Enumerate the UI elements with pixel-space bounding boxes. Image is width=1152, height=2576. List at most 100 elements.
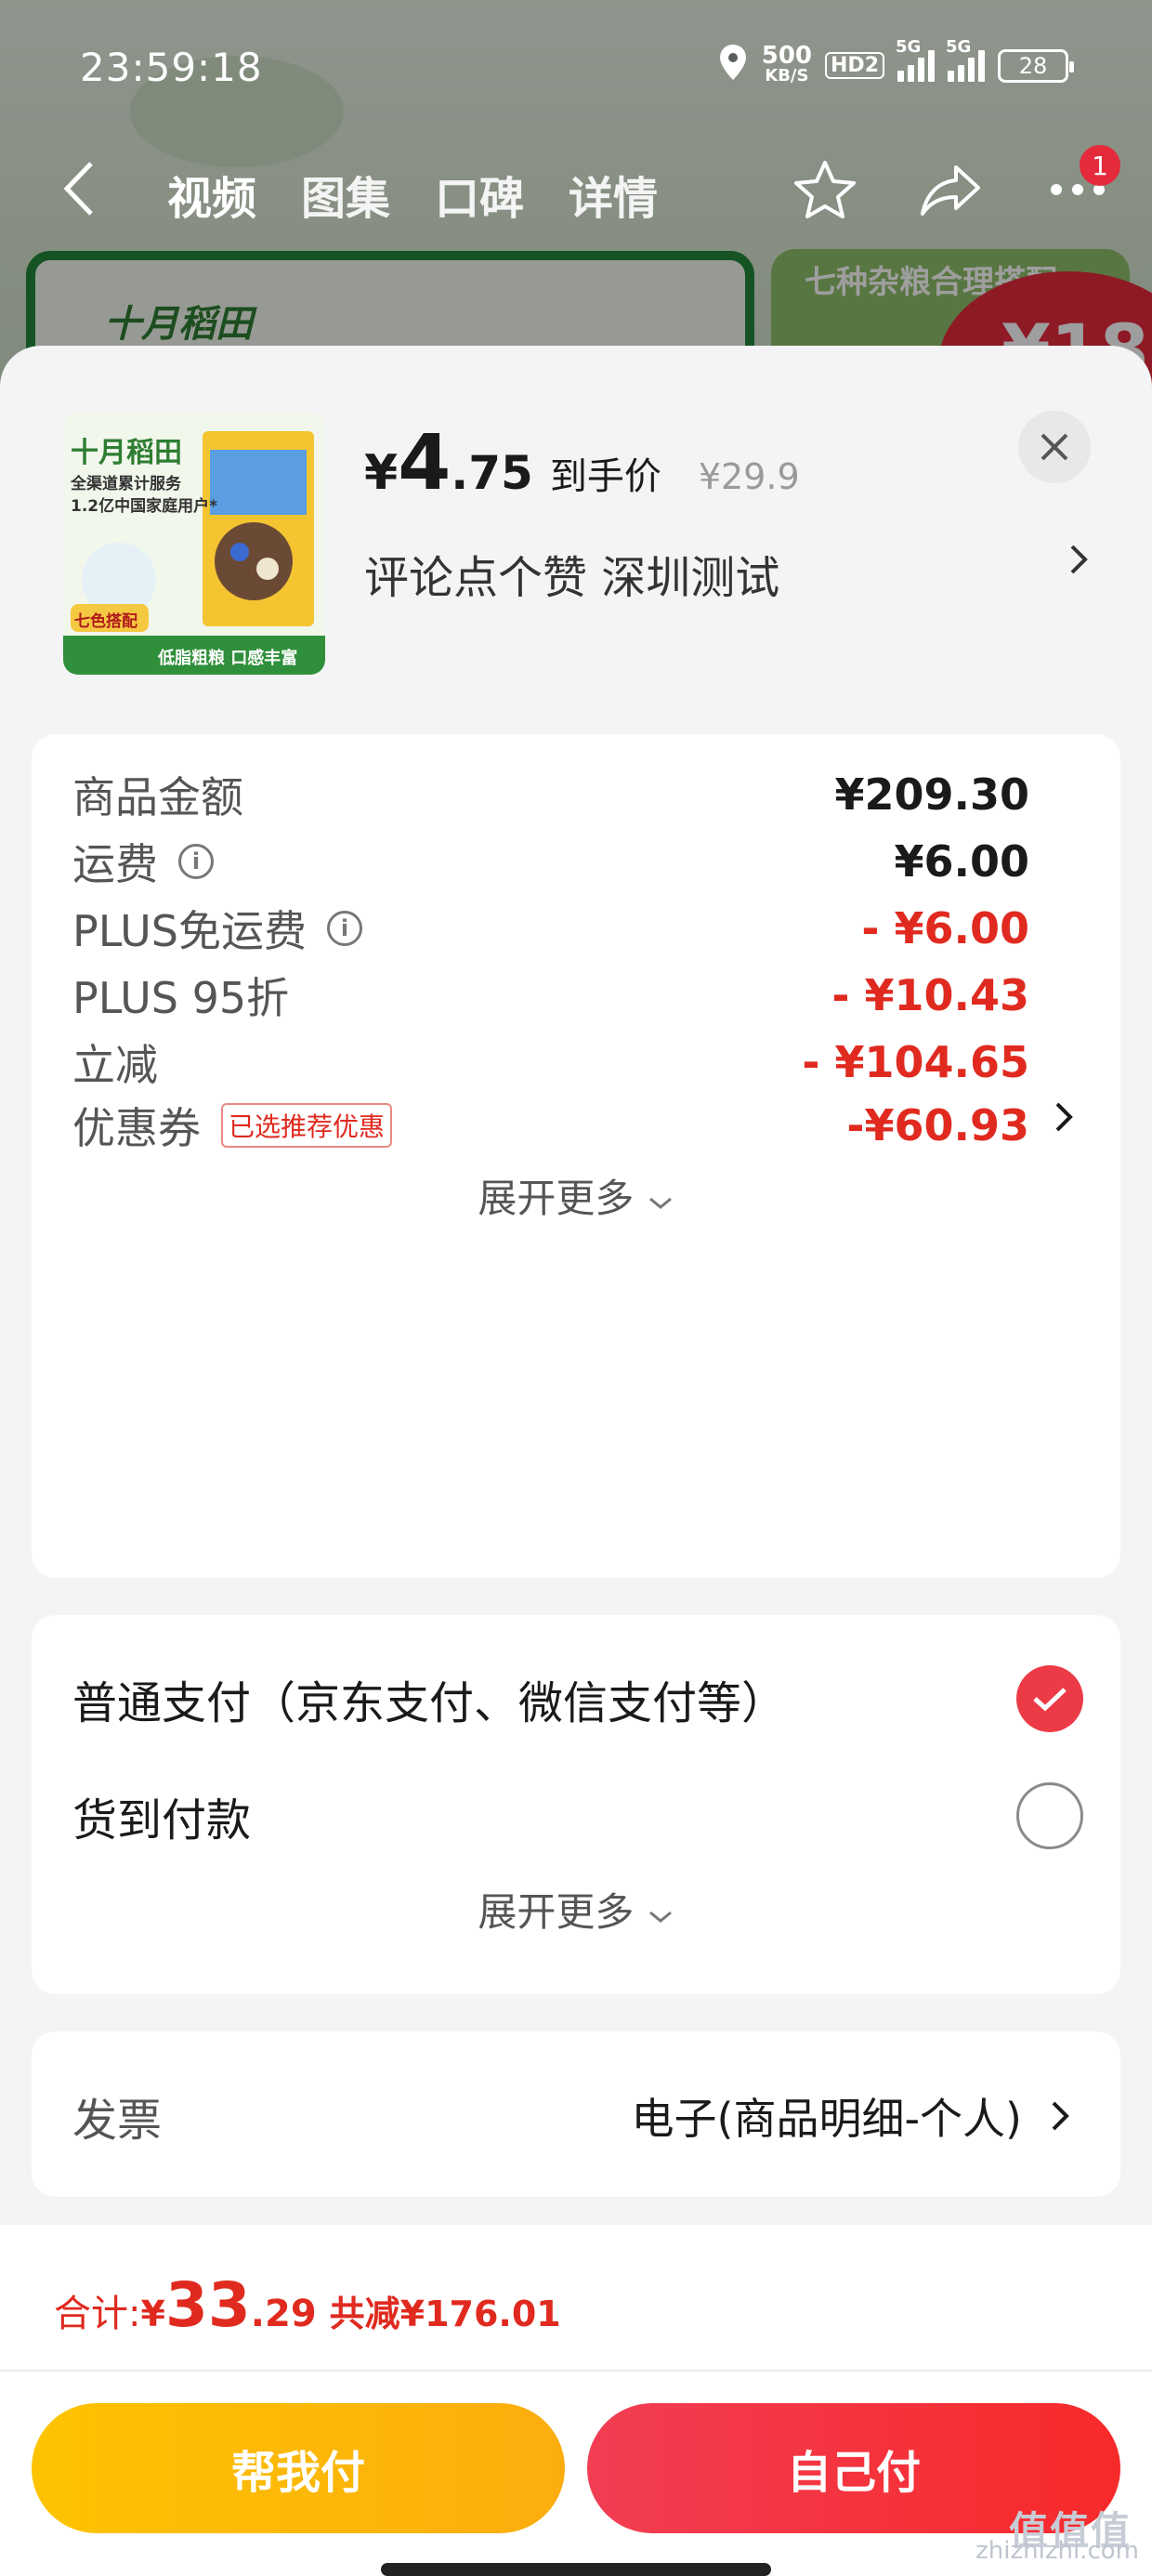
chevron-right-icon: [1068, 541, 1089, 606]
fee-value: ¥209.30: [834, 769, 1029, 820]
total-currency: ¥: [140, 2293, 165, 2334]
price-integer: 4: [398, 419, 452, 507]
product-tabs: 视频 图集 口碑 详情: [167, 162, 658, 227]
info-icon[interactable]: i: [326, 911, 362, 946]
status-icons: 500 KB/S HD2 5G 5G 28: [717, 37, 1074, 88]
payment-option-label: 货到付款: [72, 1794, 252, 1847]
fee-row-instant-discount: 立减 - ¥104.65: [72, 1032, 1029, 1093]
coupon-tag: 已选推荐优惠: [221, 1103, 393, 1148]
fee-row-shipping: 运费 i ¥6.00: [72, 831, 1029, 892]
fee-label: 运费: [72, 839, 158, 889]
checkout-footer: 合计: ¥ 33 .29 共减¥176.01 帮我付 自己付: [0, 2225, 1152, 2576]
fee-label: PLUS免运费: [72, 906, 307, 956]
total-reduction: 共减¥176.01: [329, 2293, 561, 2334]
checkout-sheet: 十月稻田 全渠道累计服务 1.2亿中国家庭用户* 七色搭配 低脂粗粮 口感丰富 …: [0, 346, 1152, 2576]
nav-actions: 1: [788, 145, 1120, 227]
chevron-down-icon: [648, 1911, 672, 1923]
price-currency: ¥: [364, 445, 399, 501]
tab-video[interactable]: 视频: [167, 162, 256, 227]
home-indicator[interactable]: [381, 2563, 771, 2576]
total-integer: 33: [164, 2269, 251, 2341]
signal-icon-2: 5G: [946, 37, 985, 82]
payment-option-label: 普通支付（京东支付、微信支付等）: [72, 1677, 787, 1729]
fee-row-goods: 商品金额 ¥209.30: [72, 764, 1029, 825]
more-menu-icon[interactable]: 1: [1041, 145, 1120, 227]
watermark-site: zhizhizhi.com: [975, 2537, 1139, 2565]
fee-label-wrap: PLUS免运费 i: [72, 898, 362, 959]
total-decimal: .29: [250, 2293, 317, 2335]
product-nav-bar: 视频 图集 口碑 详情 1: [0, 145, 1152, 234]
fee-label-wrap: 运费 i: [72, 831, 214, 892]
expand-more-label: 展开更多: [478, 1176, 635, 1221]
thumb-footer: 低脂粗粮 口感丰富: [158, 649, 298, 668]
location-icon: [717, 43, 749, 88]
fee-value: - ¥6.00: [861, 903, 1029, 953]
close-icon: [1041, 433, 1068, 461]
payment-option-online[interactable]: 普通支付（京东支付、微信支付等）: [72, 1665, 1083, 1732]
payment-option-cod[interactable]: 货到付款: [72, 1782, 1083, 1849]
payment-method-card: 普通支付（京东支付、微信支付等） 货到付款 展开更多: [32, 1615, 1120, 1994]
coupon-row[interactable]: 优惠券 已选推荐优惠 -¥60.93: [72, 1095, 1029, 1156]
footer-divider: [0, 2370, 1152, 2372]
signal-type-label-2: 5G: [946, 36, 972, 57]
signal-type-label: 5G: [896, 36, 922, 57]
network-speed-unit: KB/S: [765, 65, 809, 85]
fee-row-plus-discount: PLUS 95折 - ¥10.43: [72, 965, 1029, 1026]
thumb-tag: 七色搭配: [74, 612, 137, 631]
original-price: ¥29.9: [698, 456, 800, 497]
tab-details[interactable]: 详情: [569, 162, 658, 227]
thumb-slogan-2: 1.2亿中国家庭用户*: [71, 497, 218, 516]
coupon-value: -¥60.93: [846, 1100, 1029, 1150]
price-breakdown-card: 商品金额 ¥209.30 运费 i ¥6.00 PLUS免运费 i - ¥6.00 …: [32, 734, 1120, 1578]
favorite-star-icon[interactable]: [788, 152, 862, 227]
address-selector[interactable]: 评论点个赞 深圳测试: [364, 541, 1089, 606]
payment-expand-more[interactable]: 展开更多: [32, 1881, 1120, 1938]
price-label: 到手价: [549, 455, 661, 498]
address-text: 评论点个赞 深圳测试: [364, 552, 780, 604]
price-decimal: .75: [451, 446, 533, 500]
battery-level: 28: [1018, 52, 1048, 79]
fee-value: - ¥104.65: [802, 1037, 1029, 1087]
invoice-row[interactable]: 发票 电子(商品明细-个人): [72, 2083, 1070, 2149]
chevron-down-icon: [648, 1197, 672, 1209]
fee-row-plus-shipping: PLUS免运费 i - ¥6.00: [72, 898, 1029, 959]
fee-label: PLUS 95折: [72, 973, 290, 1023]
info-icon[interactable]: i: [178, 844, 214, 879]
network-speed: 500 KB/S: [761, 41, 813, 86]
tab-gallery[interactable]: 图集: [301, 162, 390, 227]
help-me-pay-button[interactable]: 帮我付: [32, 2403, 565, 2533]
fee-value: - ¥10.43: [831, 970, 1029, 1020]
total-summary: 合计: ¥ 33 .29 共减¥176.01: [54, 2275, 561, 2337]
chevron-right-icon: [1052, 2101, 1069, 2131]
thumb-slogan-1: 全渠道累计服务: [71, 475, 181, 493]
status-time: 23:59:18: [80, 45, 263, 90]
radio-unchecked-icon[interactable]: [1016, 1782, 1083, 1849]
coupon-label-wrap: 优惠券 已选推荐优惠: [72, 1095, 393, 1156]
network-speed-value: 500: [761, 41, 813, 70]
thumb-brand: 十月稻田: [71, 437, 182, 469]
fee-label: 立减: [72, 1040, 158, 1090]
invoice-card[interactable]: 发票 电子(商品明细-个人): [32, 2031, 1120, 2197]
tab-reviews[interactable]: 口碑: [435, 162, 524, 227]
invoice-value: 电子(商品明细-个人): [631, 2094, 1023, 2144]
back-arrow-icon[interactable]: [59, 158, 97, 234]
status-bar: 23:59:18 500 KB/S HD2 5G 5G 28: [0, 0, 1152, 139]
share-icon[interactable]: [914, 152, 988, 227]
price-row: ¥ 4 .75 到手价 ¥29.9: [364, 426, 800, 502]
invoice-value-wrap: 电子(商品明细-个人): [632, 2085, 1071, 2147]
invoice-label: 发票: [72, 2095, 163, 2147]
expand-more-label: 展开更多: [478, 1889, 635, 1935]
battery-icon: 28: [998, 48, 1074, 83]
signal-icon: 5G: [896, 37, 935, 82]
chevron-right-icon: [1054, 1098, 1074, 1146]
notification-badge: 1: [1080, 145, 1120, 186]
radio-checked-icon[interactable]: [1016, 1665, 1083, 1732]
coupon-label: 优惠券: [72, 1103, 201, 1153]
fee-label: 商品金额: [72, 772, 243, 822]
close-button[interactable]: [1018, 411, 1091, 483]
hd-voice-icon: HD2: [825, 52, 884, 79]
product-thumbnail: 十月稻田 全渠道累计服务 1.2亿中国家庭用户* 七色搭配 低脂粗粮 口感丰富: [63, 413, 325, 675]
fee-value: ¥6.00: [894, 836, 1029, 887]
fees-expand-more[interactable]: 展开更多: [32, 1167, 1120, 1224]
total-label: 合计:: [54, 2293, 141, 2335]
